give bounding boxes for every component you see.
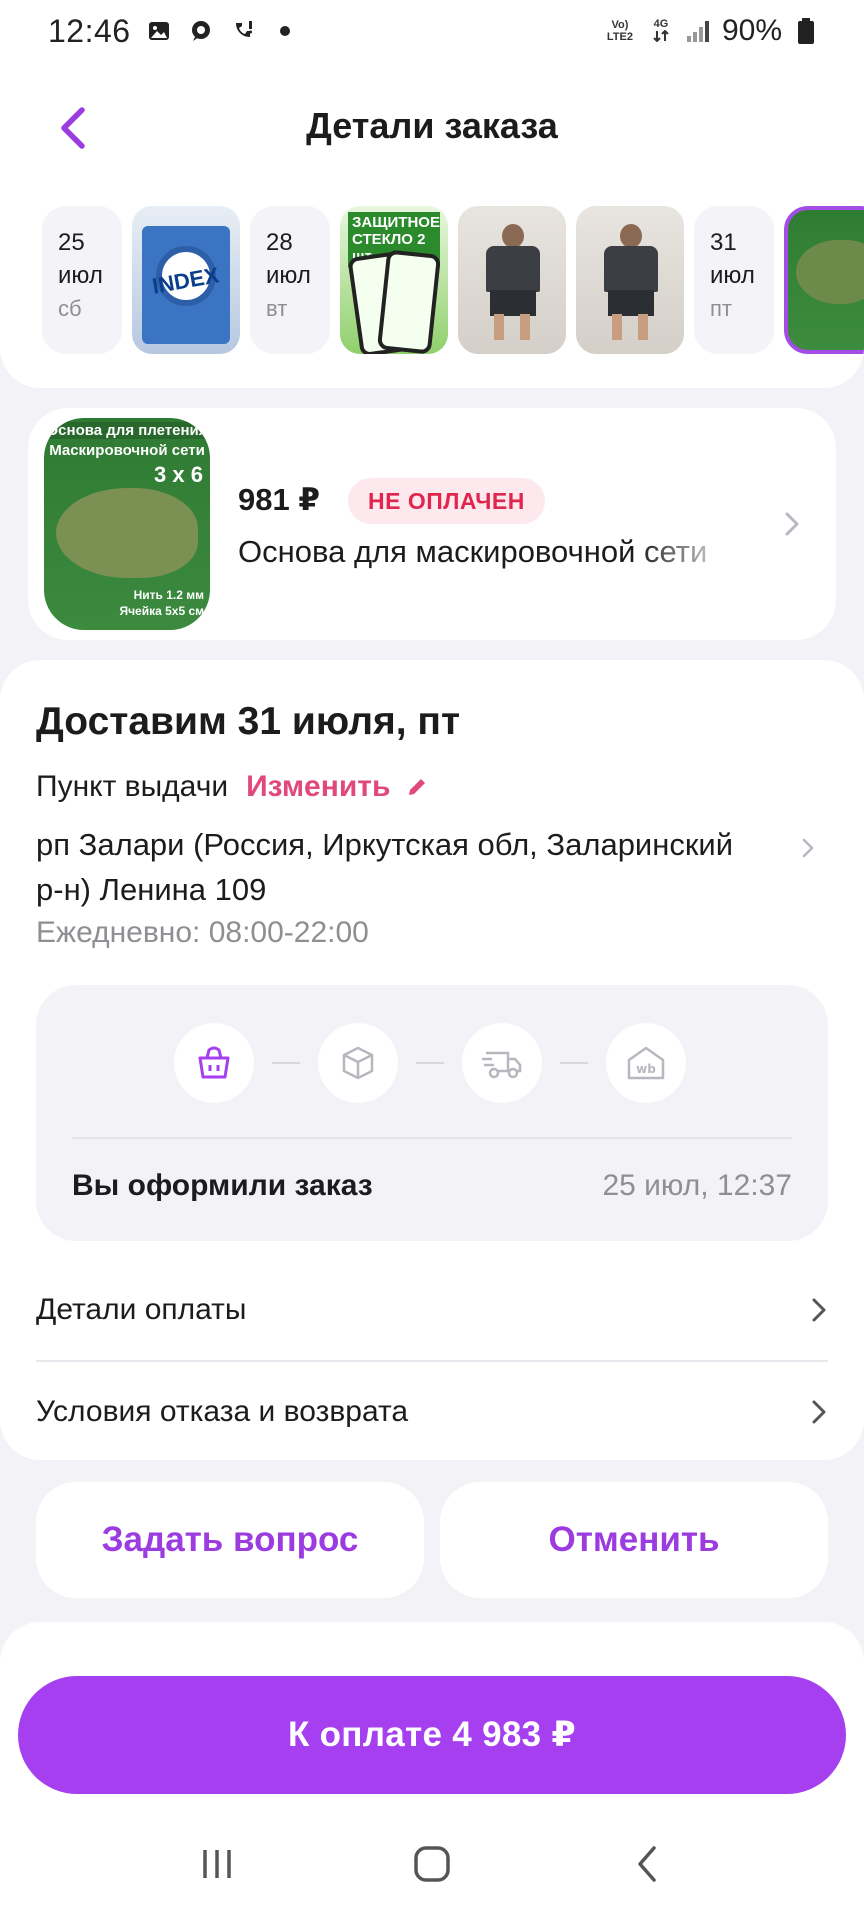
system-navigation-bar xyxy=(0,1808,864,1920)
signal-strength-icon xyxy=(684,17,712,45)
pencil-icon xyxy=(404,774,430,800)
order-status-box: wb Вы оформили заказ 25 июл, 12:37 xyxy=(36,985,828,1241)
gallery-notification-icon xyxy=(145,17,173,45)
ask-question-button[interactable]: Задать вопрос xyxy=(36,1482,424,1598)
system-back-button[interactable] xyxy=(607,1824,687,1904)
chevron-right-icon xyxy=(812,1400,826,1424)
svg-text:wb: wb xyxy=(636,1062,656,1076)
product-price: 981 ₽ xyxy=(238,482,320,517)
pay-button[interactable]: К оплате 4 983 ₽ xyxy=(18,1676,846,1794)
date-separator: 28 июл вт xyxy=(250,206,330,354)
order-progress-steps: wb xyxy=(174,1023,686,1103)
change-link-label: Изменить xyxy=(246,770,391,803)
payment-details-label: Детали оплаты xyxy=(36,1293,247,1326)
network-4g-indicator: 4G xyxy=(648,18,674,45)
order-item-thumb[interactable] xyxy=(458,206,566,354)
payment-details-row[interactable]: Детали оплаты xyxy=(36,1260,828,1360)
delivery-section: Доставим 31 июля, пт Пункт выдачи Измени… xyxy=(0,660,864,1460)
back-arrow-icon xyxy=(637,1846,656,1882)
cancel-order-button[interactable]: Отменить xyxy=(440,1482,828,1598)
missed-call-notification-icon xyxy=(229,17,257,45)
home-icon xyxy=(414,1846,450,1882)
status-time: 12:46 xyxy=(48,12,131,49)
pickup-point-label: Пункт выдачи xyxy=(36,770,229,803)
delivery-date-title: Доставим 31 июля, пт xyxy=(36,700,461,743)
pickup-address[interactable]: рп Залари (Россия, Иркутская обл, Залари… xyxy=(36,822,756,912)
order-item-thumb[interactable]: ЗАЩИТНОЕ СТЕКЛО 2 шт xyxy=(340,206,448,354)
order-item-thumb[interactable]: INDEX xyxy=(132,206,240,354)
return-terms-label: Условия отказа и возврата xyxy=(36,1395,409,1428)
page-title: Детали заказа xyxy=(306,105,558,146)
chat-notification-icon xyxy=(187,17,215,45)
volte-indicator: Vo) LTE2 xyxy=(606,19,633,43)
chevron-right-icon xyxy=(796,832,820,864)
return-terms-row[interactable]: Условия отказа и возврата xyxy=(36,1362,828,1462)
pickup-hours: Ежедневно: 08:00-22:00 xyxy=(36,916,369,949)
payment-status-badge: НЕ ОПЛАЧЕН xyxy=(348,478,545,524)
order-status-label: Вы оформили заказ xyxy=(72,1169,373,1202)
order-items-scroller[interactable]: 25 июл сб INDEX 28 июл вт ЗАЩИТНОЕ СТЕКЛ… xyxy=(42,206,864,356)
order-items-strip: 25 июл сб INDEX 28 июл вт ЗАЩИТНОЕ СТЕКЛ… xyxy=(0,192,864,388)
chevron-right-icon xyxy=(812,1298,826,1322)
order-item-thumb[interactable] xyxy=(576,206,684,354)
product-image: Основа для плетения Маскировочной сети 3… xyxy=(44,418,210,630)
recent-apps-button[interactable] xyxy=(177,1824,257,1904)
recent-apps-icon xyxy=(203,1850,232,1878)
pickup-point-icon: wb xyxy=(606,1023,686,1103)
box-icon xyxy=(318,1023,398,1103)
change-pickup-link[interactable]: Изменить xyxy=(246,770,430,804)
status-bar: 12:46 Vo) LTE2 4G 90% xyxy=(0,0,864,62)
product-name: Основа для маскировочной сети xyxy=(238,534,708,569)
battery-icon xyxy=(792,17,820,45)
chevron-right-icon xyxy=(780,508,804,540)
date-separator: 31 июл пт xyxy=(694,206,774,354)
order-status-time: 25 июл, 12:37 xyxy=(602,1169,792,1202)
product-card[interactable]: Основа для плетения Маскировочной сети 3… xyxy=(28,408,836,640)
truck-icon xyxy=(462,1023,542,1103)
order-item-thumb-selected[interactable] xyxy=(784,206,864,354)
battery-percentage: 90% xyxy=(721,14,782,47)
pickup-point-row: Пункт выдачи Изменить xyxy=(36,770,430,804)
more-notifications-dot-icon xyxy=(271,17,299,45)
app-header: Детали заказа xyxy=(0,62,864,192)
home-button[interactable] xyxy=(392,1824,472,1904)
camouflage-net-image xyxy=(56,488,198,578)
date-separator: 25 июл сб xyxy=(42,206,122,354)
camouflage-net-image xyxy=(796,240,864,304)
basket-icon xyxy=(174,1023,254,1103)
